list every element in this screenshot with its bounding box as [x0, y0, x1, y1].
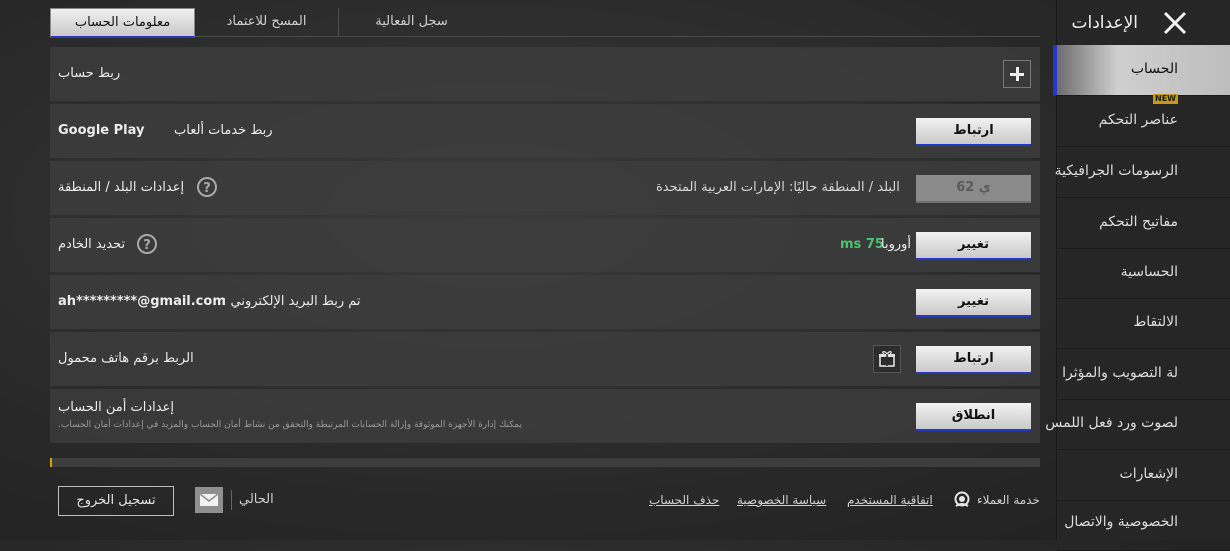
phone-row: الربط برقم هاتف محمول ارتباط [50, 332, 1040, 386]
envelope-glyph [199, 493, 219, 506]
tab-account-info[interactable]: معلومات الحساب [50, 8, 195, 38]
security-title: إعدادات أمن الحساب [58, 400, 174, 415]
sidebar-item-label: الخصوصية والاتصال [1064, 514, 1178, 530]
security-description: يمكنك إدارة الأجهزة الموثوقة وإزالة الحس… [58, 420, 522, 430]
headset-icon[interactable] [952, 490, 972, 510]
gift-glyph [879, 351, 895, 367]
close-icon[interactable] [1160, 8, 1190, 38]
sidebar-item-label: مفاتيح التحكم [1099, 214, 1178, 230]
email-change-button[interactable]: تغيير [916, 289, 1031, 317]
privacy-policy-link[interactable]: سياسة الخصوصية [737, 493, 826, 507]
region-change-button[interactable]: 62 ي [916, 175, 1031, 203]
google-play-brand: Google Play [58, 123, 145, 138]
tab-bar: معلومات الحساب المسح للاعتماد سجل الفعال… [50, 8, 1040, 38]
region-title: إعدادات البلد / المنطقة [58, 180, 185, 195]
current-region: البلد / المنطقة حاليًا: الإمارات العربية… [656, 180, 900, 195]
sidebar-item-pickup[interactable]: الالتقاط [1057, 298, 1230, 349]
phone-link-button[interactable]: ارتباط [916, 346, 1031, 374]
server-help-icon[interactable]: ? [137, 234, 157, 254]
settings-sidebar: الإعدادات الحساب NEW عناصر التحكم الرسوم… [1045, 0, 1230, 551]
email-title: تم ربط البريد الإلكتروني : [222, 294, 361, 309]
link-account-row: ربط حساب [50, 47, 1040, 101]
scroll-progress-bar[interactable] [50, 458, 1040, 467]
security-go-button[interactable]: انطلاق [916, 403, 1031, 431]
progress-fill [50, 458, 52, 467]
gift-icon[interactable] [873, 345, 901, 373]
sidebar-item-privacy[interactable]: الخصوصية والاتصال [1057, 500, 1230, 551]
sidebar-item-label: عناصر التحكم [1098, 112, 1178, 128]
sidebar-header: الإعدادات [1057, 0, 1230, 45]
phone-title: الربط برقم هاتف محمول [58, 351, 194, 366]
footer-divider [231, 490, 232, 510]
mail-icon[interactable] [195, 487, 223, 513]
sidebar-item-notifications[interactable]: الإشعارات [1057, 450, 1230, 501]
sidebar-item-label: لصوت ورد فعل اللمس [1045, 415, 1178, 431]
new-badge: NEW [1153, 94, 1178, 104]
sidebar-item-label: الحساب [1130, 61, 1178, 77]
region-help-icon[interactable]: ? [197, 177, 217, 197]
user-agreement-link[interactable]: اتفاقية المستخدم [847, 493, 933, 507]
server-row: تحديد الخادم ? 75 ms أوروبا تغيير [50, 218, 1040, 272]
region-row: إعدادات البلد / المنطقة ? البلد / المنطق… [50, 161, 1040, 215]
google-play-link-button[interactable]: ارتباط [916, 118, 1031, 146]
tab-divider [338, 8, 339, 36]
delete-account-link[interactable]: حذف الحساب [649, 493, 719, 507]
link-account-title: ربط حساب [58, 66, 121, 81]
sidebar-item-label: لة التصويب والمؤثرا [1062, 365, 1178, 381]
server-region: أوروبا [881, 237, 912, 252]
sidebar-item-label: الإشعارات [1119, 466, 1178, 482]
sidebar-item-label: الالتقاط [1133, 314, 1178, 330]
sidebar-item-label: الرسومات الجرافيكية [1054, 163, 1178, 179]
current-label: الحالي [239, 492, 274, 507]
email-address: ah*********@gmail.com [58, 294, 226, 309]
server-ping: 75 ms [840, 237, 884, 252]
server-change-button[interactable]: تغيير [916, 232, 1031, 260]
logout-button[interactable]: تسجيل الخروج [58, 486, 174, 516]
sidebar-item-graphics[interactable]: الرسومات الجرافيكية [1054, 147, 1230, 198]
sidebar-item-audio-haptics[interactable]: لصوت ورد فعل اللمس [1045, 399, 1230, 450]
tab-activity-log[interactable]: سجل الفعالية [340, 8, 483, 35]
sidebar-item-control-keys[interactable]: مفاتيح التحكم [1057, 198, 1230, 249]
sidebar-item-account[interactable]: الحساب [1053, 45, 1230, 96]
customer-service-link[interactable]: خدمة العملاء [977, 493, 1040, 507]
email-row: ah*********@gmail.com تم ربط البريد الإل… [50, 275, 1040, 329]
tab-verification-scan[interactable]: المسح للاعتماد [195, 8, 338, 35]
google-play-row: Google Play ربط خدمات ألعاب ارتباط [50, 104, 1040, 158]
google-play-title: ربط خدمات ألعاب [174, 123, 273, 138]
sidebar-item-aim-effects[interactable]: لة التصويب والمؤثرا [1057, 349, 1230, 400]
sidebar-item-sensitivity[interactable]: الحساسية [1057, 248, 1230, 299]
sidebar-item-controls[interactable]: NEW عناصر التحكم [1057, 94, 1230, 147]
add-link-button[interactable] [1003, 60, 1031, 88]
server-title: تحديد الخادم [58, 237, 126, 252]
sidebar-item-label: الحساسية [1120, 264, 1178, 280]
settings-title: الإعدادات [1071, 13, 1138, 33]
security-row: إعدادات أمن الحساب يمكنك إدارة الأجهزة ا… [50, 389, 1040, 443]
